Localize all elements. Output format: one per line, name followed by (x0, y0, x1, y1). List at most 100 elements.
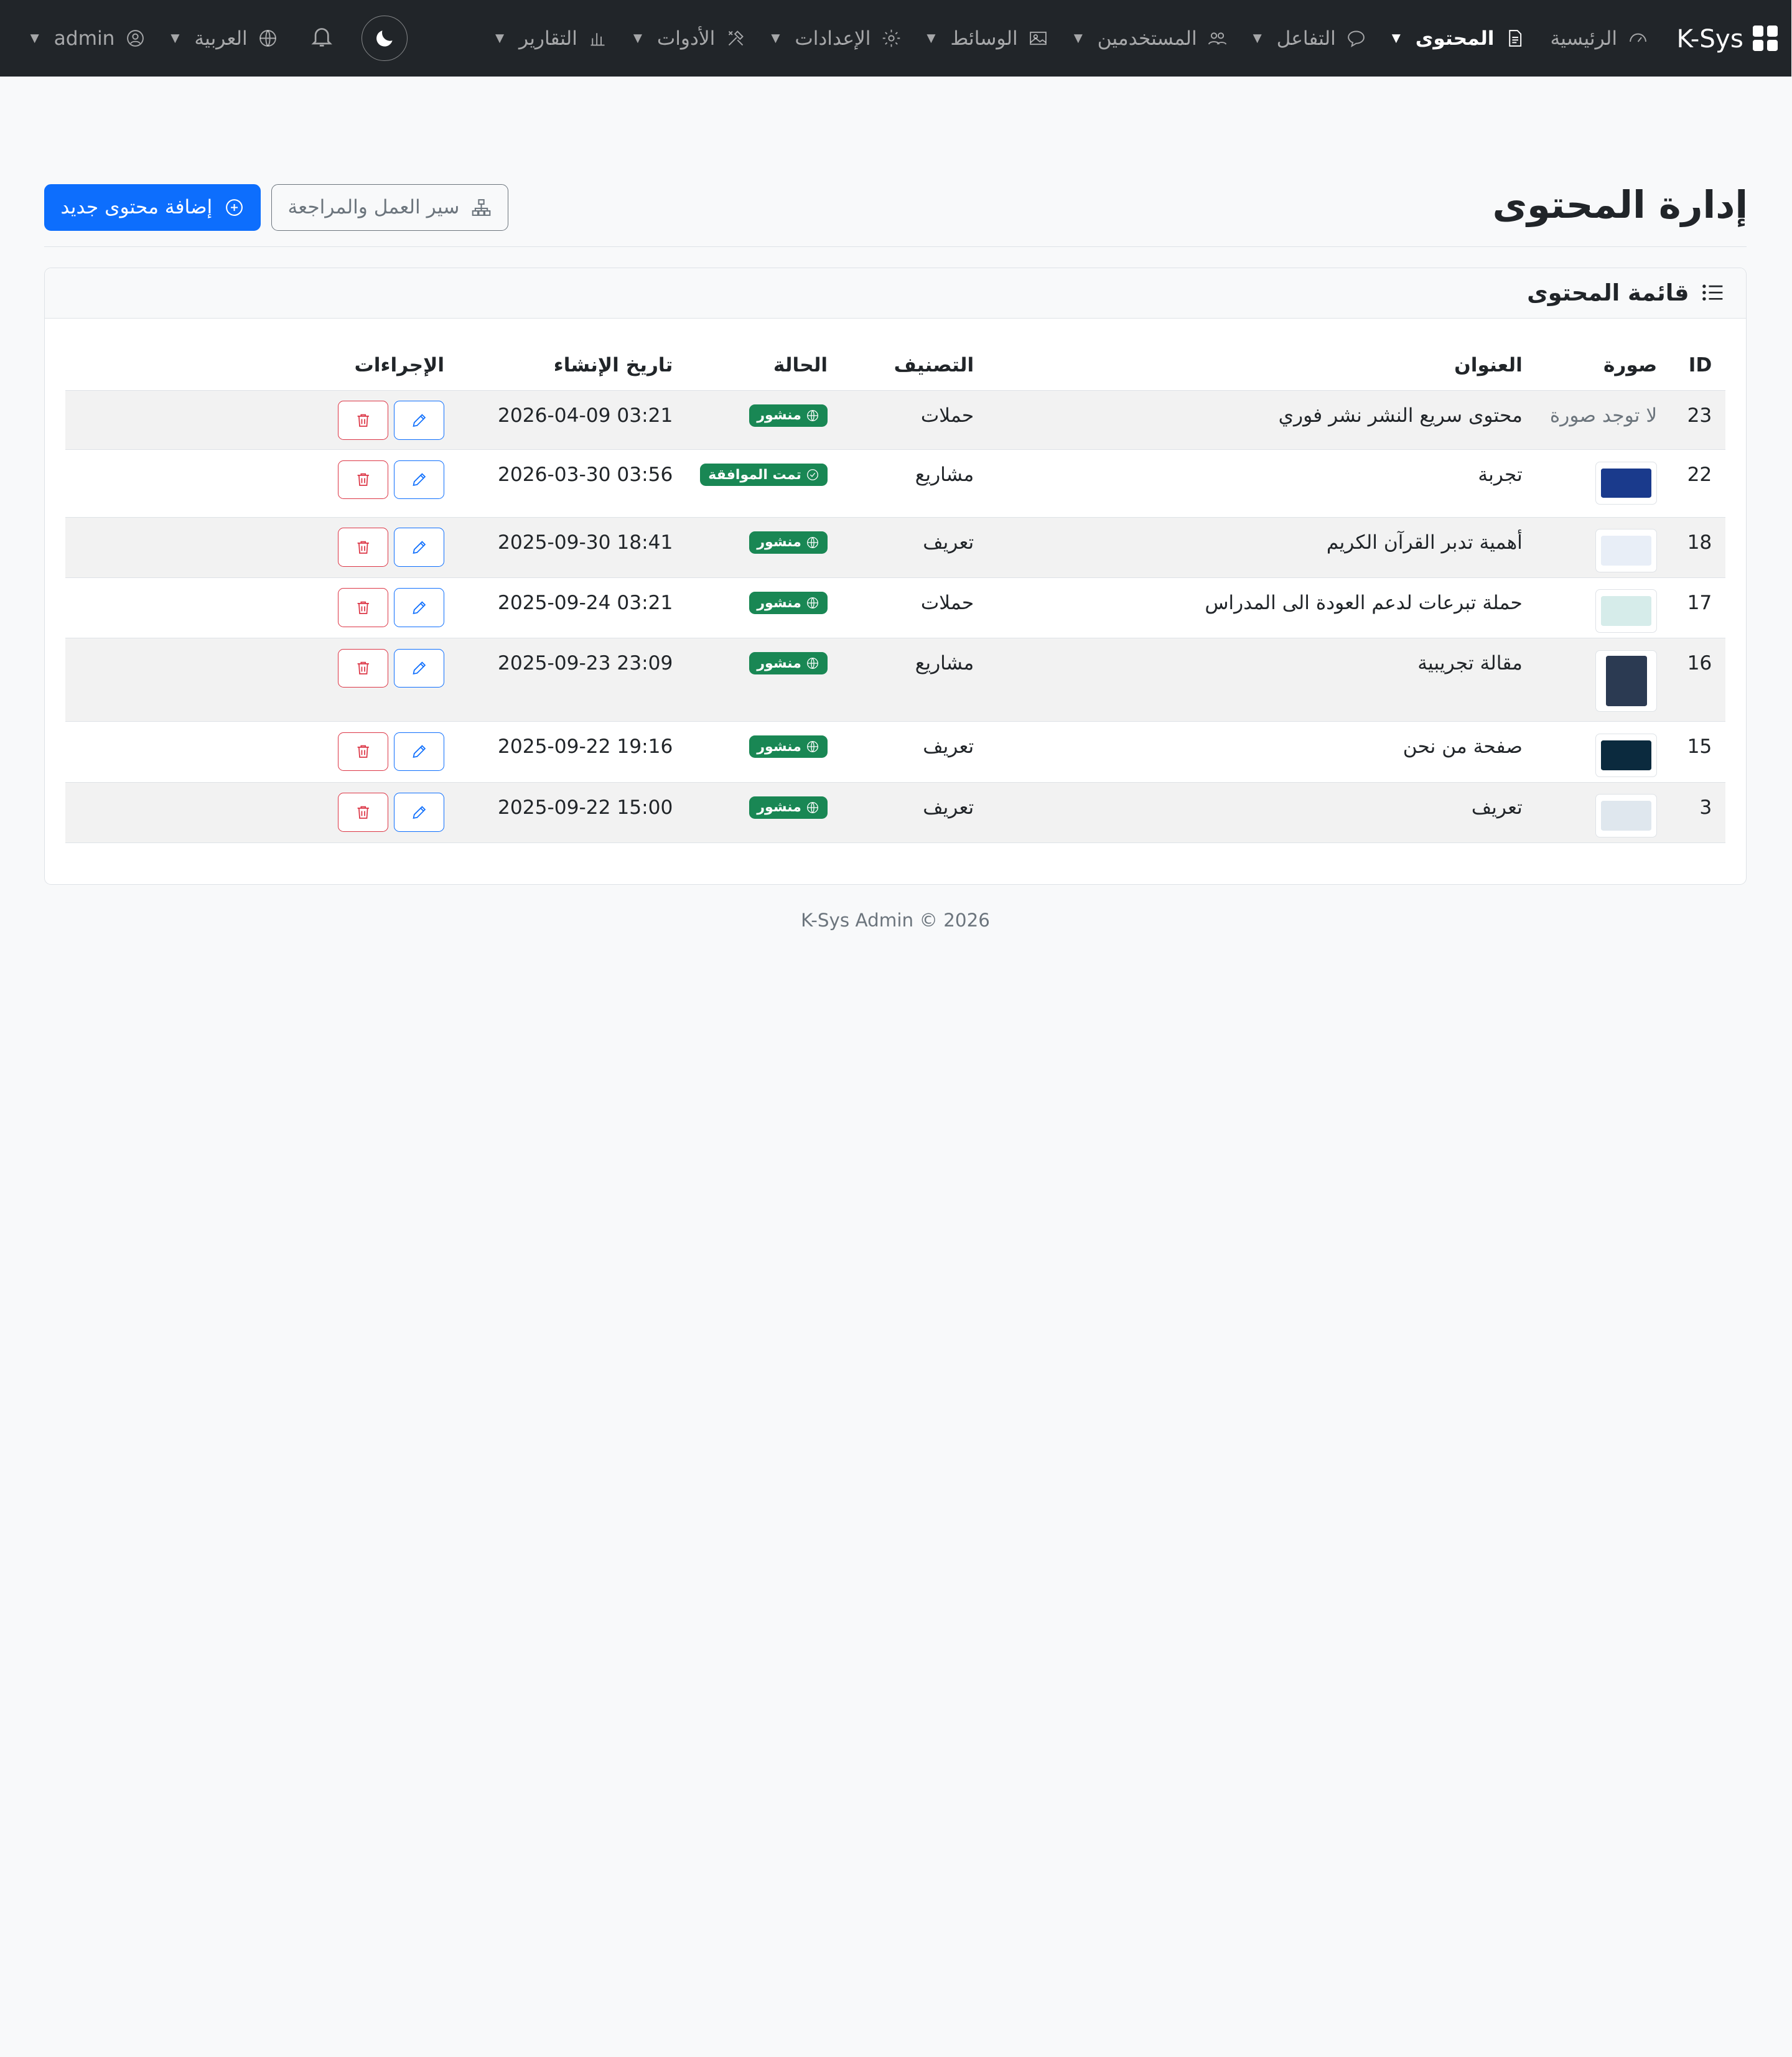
nav-item-0[interactable]: الرئيسية (1538, 27, 1661, 50)
theme-toggle-button[interactable] (362, 15, 408, 62)
cell-status: منشور (687, 577, 842, 639)
nav-item-5[interactable]: الإعدادات ▼ (759, 27, 915, 50)
brand[interactable]: K-Sys (1677, 24, 1778, 54)
notifications-button[interactable] (292, 24, 353, 53)
card-body: ID صورة العنوان التصنيف الحالة تاريخ الإ… (45, 319, 1747, 865)
add-content-button[interactable]: إضافة محتوى جديد (44, 184, 262, 231)
cell-category: تعريف (842, 517, 989, 578)
cell-status: منشور (687, 638, 842, 722)
status-badge: تمت الموافقة (701, 464, 829, 487)
globe-icon (806, 740, 820, 753)
cell-actions (65, 449, 459, 518)
nav-item-label: الوسائط (951, 27, 1019, 50)
status-badge: منشور (749, 531, 829, 554)
status-badge: منشور (749, 735, 829, 758)
cell-image (1536, 577, 1672, 639)
main-menu: الرئيسية المحتوى ▼ التفاعل ▼ المستخدمين ▼ الوسا… (483, 27, 1661, 50)
user-menu[interactable]: admin ▼ (18, 27, 159, 50)
cell-id: 16 (1671, 638, 1727, 722)
delete-button[interactable] (338, 401, 390, 440)
cell-id: 3 (1671, 782, 1727, 844)
workflow-review-button[interactable]: سير العمل والمراجعة (271, 184, 509, 231)
cell-title: تعريف (988, 782, 1537, 844)
table-row: 18 أهمية تدبر القرآن الكريم تعريف منشور … (65, 517, 1727, 578)
grid-icon (1753, 26, 1778, 51)
cell-status: منشور (687, 517, 842, 578)
pencil-icon (411, 804, 429, 821)
table-row: 16 مقالة تجريبية مشاريع منشور 2025-09-23… (65, 638, 1727, 722)
edit-button[interactable] (394, 460, 446, 500)
card-title: قائمة المحتوى (1528, 279, 1690, 307)
nav-item-7[interactable]: التقارير ▼ (483, 27, 622, 50)
speedometer-icon (1628, 28, 1649, 49)
cell-category: تعريف (842, 782, 989, 844)
globe-icon (806, 656, 820, 670)
nav-item-2[interactable]: التفاعل ▼ (1241, 27, 1379, 50)
column-header-actions: الإجراءات (65, 340, 459, 391)
nav-item-6[interactable]: الأدوات ▼ (622, 27, 759, 50)
nav-item-label: المستخدمين (1098, 27, 1198, 50)
language-label: العربية (195, 27, 248, 50)
cell-image (1536, 782, 1672, 844)
delete-button[interactable] (338, 793, 390, 832)
nav-item-3[interactable]: المستخدمين ▼ (1062, 27, 1241, 50)
thumbnail-image (1602, 740, 1652, 770)
status-label: منشور (757, 655, 802, 671)
content-thumbnail (1595, 461, 1658, 505)
column-header-title: العنوان (988, 340, 1537, 391)
edit-button[interactable] (394, 732, 446, 772)
pencil-icon (411, 539, 429, 556)
nav-item-label: الإعدادات (795, 27, 872, 50)
cell-title: تجربة (988, 449, 1537, 518)
nav-item-label: الأدوات (657, 27, 716, 50)
edit-button[interactable] (394, 793, 446, 832)
column-header-id: ID (1671, 340, 1727, 391)
chevron-down-icon: ▼ (30, 32, 40, 45)
delete-button[interactable] (338, 528, 390, 567)
thumbnail-image (1602, 801, 1652, 831)
globe-icon (806, 801, 820, 814)
cell-actions (65, 517, 459, 578)
nav-item-4[interactable]: الوسائط ▼ (915, 27, 1062, 50)
list-icon (1703, 284, 1724, 301)
page-title: إدارة المحتوى (1493, 183, 1749, 227)
delete-button[interactable] (338, 588, 390, 627)
username: admin (54, 27, 116, 50)
cell-created: 2026-04-09 03:21 (459, 390, 688, 450)
pencil-icon (411, 743, 429, 760)
top-navbar: K-Sys الرئيسية المحتوى ▼ التفاعل ▼ المستخدمين… (0, 0, 1792, 77)
edit-button[interactable] (394, 528, 446, 567)
globe-icon (806, 409, 820, 422)
language-menu[interactable]: العربية ▼ (159, 27, 291, 50)
table-row: 22 تجربة مشاريع تمت الموافقة 2026-03-30 … (65, 449, 1727, 518)
content-table: ID صورة العنوان التصنيف الحالة تاريخ الإ… (65, 340, 1727, 844)
edit-button[interactable] (394, 648, 446, 688)
cell-id: 23 (1671, 390, 1727, 450)
delete-button[interactable] (338, 732, 390, 772)
nav-item-label: الرئيسية (1551, 27, 1618, 50)
table-row: 3 تعريف تعريف منشور 2025-09-22 15:00 (65, 782, 1727, 844)
workflow-review-label: سير العمل والمراجعة (288, 196, 460, 219)
delete-button[interactable] (338, 460, 390, 500)
table-row: 15 صفحة من نحن تعريف منشور 2025-09-22 19… (65, 721, 1727, 783)
nav-item-1[interactable]: المحتوى ▼ (1380, 27, 1539, 50)
status-label: منشور (757, 595, 802, 611)
edit-button[interactable] (394, 401, 446, 440)
table-row: 17 حملة تبرعات لدعم العودة الى المدراس ح… (65, 577, 1727, 639)
cell-created: 2025-09-30 18:41 (459, 517, 688, 578)
cell-image (1536, 517, 1672, 578)
cell-created: 2025-09-24 03:21 (459, 577, 688, 639)
edit-button[interactable] (394, 588, 446, 627)
content-thumbnail (1595, 733, 1658, 777)
content-thumbnail (1595, 528, 1658, 572)
status-badge: منشور (749, 652, 829, 675)
content-thumbnail (1595, 794, 1658, 837)
delete-button[interactable] (338, 648, 390, 688)
cell-title: حملة تبرعات لدعم العودة الى المدراس (988, 577, 1537, 639)
cell-title: أهمية تدبر القرآن الكريم (988, 517, 1537, 578)
column-header-status: الحالة (687, 340, 842, 391)
cell-title: مقالة تجريبية (988, 638, 1537, 722)
card-header: قائمة المحتوى (45, 268, 1747, 319)
cell-created: 2026-03-30 03:56 (459, 449, 688, 518)
cell-actions (65, 782, 459, 844)
